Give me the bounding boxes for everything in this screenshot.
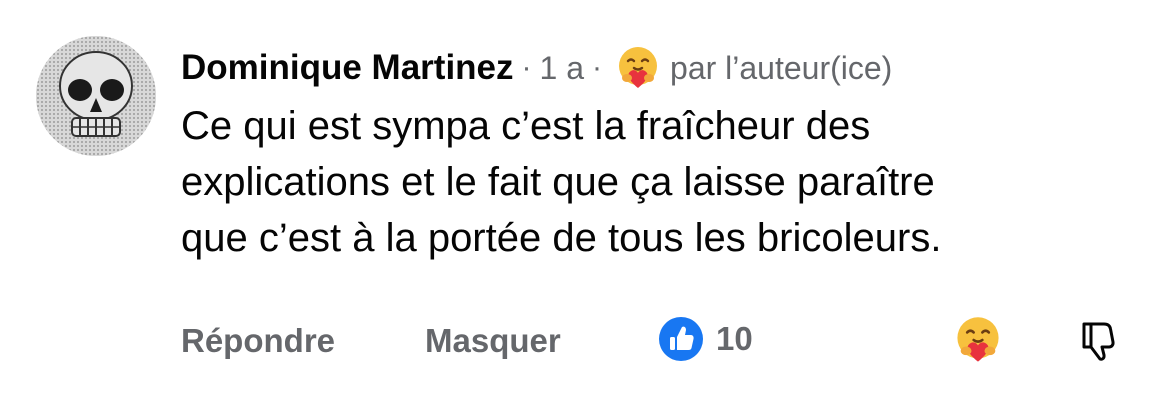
author-badge: par l’auteur(ice) <box>670 49 893 86</box>
separator: · <box>521 51 532 84</box>
comment-text: Ce qui est sympa c’est la fraîcheur des … <box>181 104 942 260</box>
like-thumb-icon <box>659 317 703 361</box>
reaction-summary[interactable]: 10 <box>658 316 753 362</box>
care-emoji-icon[interactable] <box>952 314 1004 366</box>
separator: · <box>592 51 603 84</box>
comment-header: Dominique Martinez · 1 a · par l’auteur(… <box>181 42 892 94</box>
comment-actions: Répondre Masquer 10 <box>181 314 1141 368</box>
thumbs-down-icon[interactable] <box>1076 318 1122 364</box>
care-emoji-icon <box>619 47 658 88</box>
comment-age[interactable]: 1 a <box>540 50 584 87</box>
reaction-count: 10 <box>716 320 753 357</box>
avatar[interactable] <box>36 36 156 156</box>
reply-button[interactable]: Répondre <box>181 322 335 360</box>
hide-button[interactable]: Masquer <box>425 322 561 360</box>
skull-avatar-icon <box>36 36 156 156</box>
author-name[interactable]: Dominique Martinez <box>181 48 514 88</box>
